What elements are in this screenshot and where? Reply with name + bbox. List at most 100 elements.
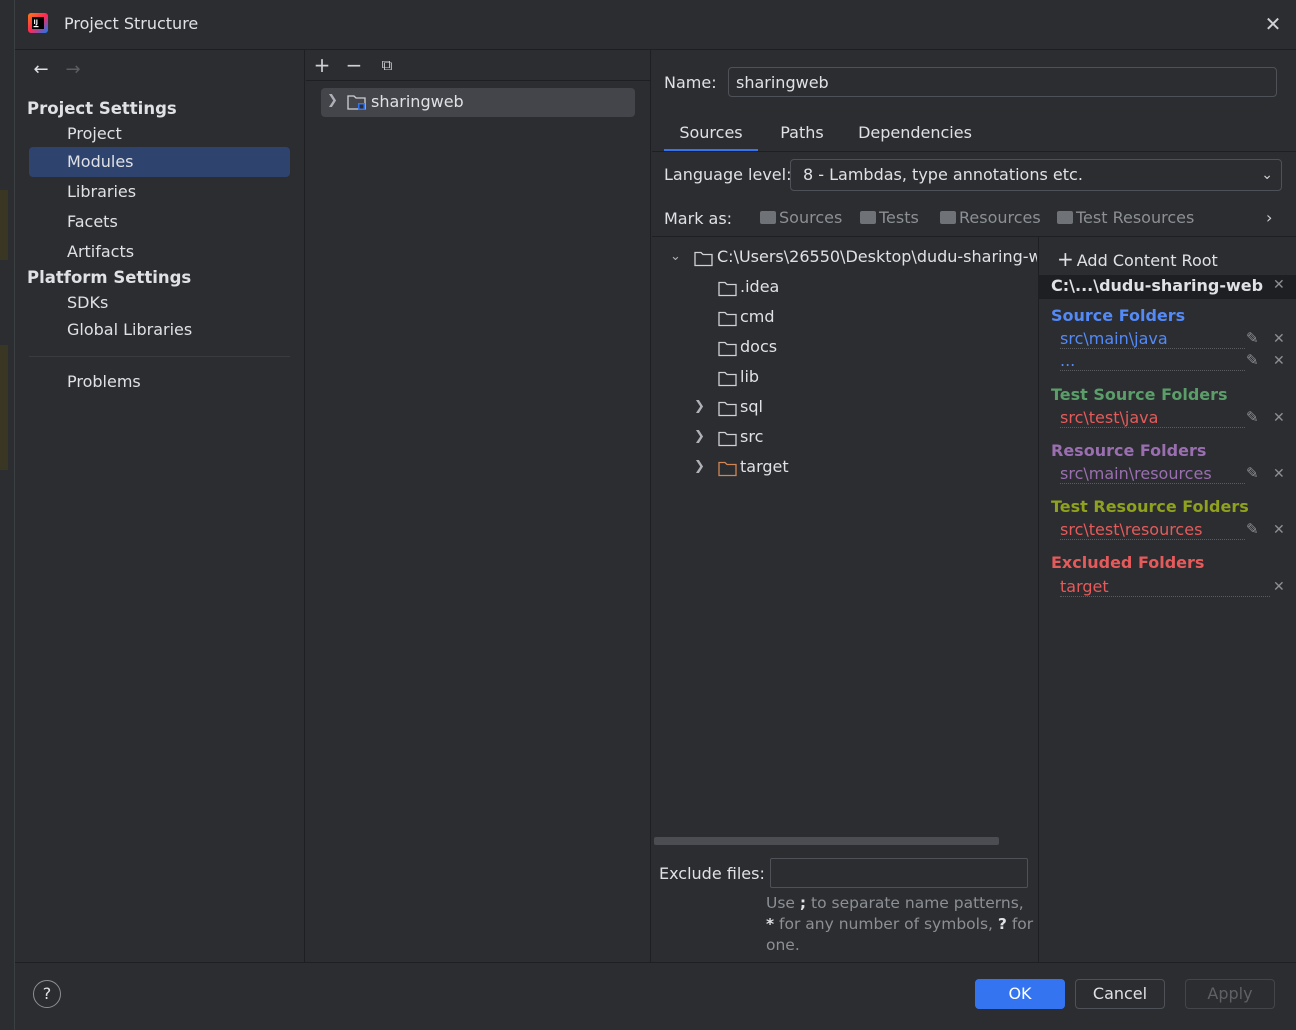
excluded-folders-title: Excluded Folders xyxy=(1051,553,1205,572)
folder-icon xyxy=(760,211,776,224)
dialog-title: Project Structure xyxy=(64,14,199,33)
folder-icon xyxy=(860,211,876,224)
add-icon[interactable]: + xyxy=(311,54,333,76)
nav-item-artifacts[interactable]: Artifacts xyxy=(29,237,290,267)
language-level-label: Language level: xyxy=(664,165,792,184)
chevron-right-icon[interactable]: ❯ xyxy=(694,399,705,414)
mark-resources-button[interactable]: Resources xyxy=(940,208,1041,227)
language-level-select[interactable]: 8 - Lambdas, type annotations etc. ⌄ xyxy=(790,159,1282,191)
test-resource-folders-title: Test Resource Folders xyxy=(1051,497,1249,516)
chevron-right-icon[interactable]: ❯ xyxy=(694,459,705,474)
excluded-folder-entry: target xyxy=(1060,577,1270,597)
content-root-header: C:\...\dudu-sharing-web ✕ xyxy=(1039,275,1296,299)
nav-item-modules[interactable]: Modules xyxy=(29,147,290,177)
source-folder-entry: ... xyxy=(1060,351,1245,371)
edit-pencil-icon[interactable]: ✎ xyxy=(1246,520,1259,538)
dialog-button-bar: ? OK Cancel Apply xyxy=(15,962,1296,1030)
section-platform-settings: Platform Settings xyxy=(27,268,192,287)
module-name: sharingweb xyxy=(371,92,464,111)
remove-folder-icon[interactable]: ✕ xyxy=(1273,353,1285,369)
help-icon[interactable]: ? xyxy=(33,980,61,1008)
mark-tests-button[interactable]: Tests xyxy=(860,208,919,227)
folder-icon xyxy=(718,431,737,447)
module-details: Name: Sources Paths Dependencies Languag… xyxy=(652,50,1296,962)
remove-folder-icon[interactable]: ✕ xyxy=(1273,522,1285,538)
forward-arrow-icon[interactable]: → xyxy=(61,58,85,82)
tree-item-label: target xyxy=(740,457,789,476)
svg-text:IJ: IJ xyxy=(34,19,38,26)
add-content-root-button[interactable]: + Add Content Root xyxy=(1057,247,1218,271)
tree-item-label: docs xyxy=(740,337,778,356)
nav-item-problems[interactable]: Problems xyxy=(29,367,290,397)
section-project-settings: Project Settings xyxy=(27,99,177,118)
tab-paths[interactable]: Paths xyxy=(774,120,830,152)
nav-item-sdks[interactable]: SDKs xyxy=(29,288,290,318)
mark-as-label: Mark as: xyxy=(664,209,733,228)
remove-folder-icon[interactable]: ✕ xyxy=(1273,466,1285,482)
test-resource-folder-entry: src\test\resources xyxy=(1060,520,1245,540)
folder-icon xyxy=(718,401,737,417)
nav-item-global-libraries[interactable]: Global Libraries xyxy=(29,315,290,345)
exclude-files-help: Use ; to separate name patterns, * for a… xyxy=(766,894,1034,954)
folder-icon xyxy=(718,341,737,357)
nav-item-facets[interactable]: Facets xyxy=(29,207,290,237)
edit-pencil-icon[interactable]: ✎ xyxy=(1246,464,1259,482)
test-source-folders-title: Test Source Folders xyxy=(1051,385,1228,404)
background-editor-gutter xyxy=(0,190,8,260)
module-folder-icon xyxy=(347,95,366,110)
tab-sources[interactable]: Sources xyxy=(664,120,758,152)
folder-icon xyxy=(1057,211,1073,224)
exclude-files-input[interactable] xyxy=(770,858,1028,888)
module-item-sharingweb[interactable]: ❯ sharingweb xyxy=(321,88,635,117)
source-folder-entry: src\main\java xyxy=(1060,329,1245,349)
chevron-right-icon[interactable]: › xyxy=(1266,208,1272,227)
chevron-down-icon: ⌄ xyxy=(1261,167,1273,183)
nav-item-libraries[interactable]: Libraries xyxy=(29,177,290,207)
tree-item-label: sql xyxy=(740,397,763,416)
content-root-tree: ⌄ C:\Users\26550\Desktop\dudu-sharing-w … xyxy=(652,237,1037,847)
resource-folders-title: Resource Folders xyxy=(1051,441,1207,460)
language-level-value: 8 - Lambdas, type annotations etc. xyxy=(803,165,1083,184)
background-ide-strip xyxy=(0,0,14,1030)
test-source-folder-entry: src\test\java xyxy=(1060,408,1245,428)
nav-item-project[interactable]: Project xyxy=(29,119,290,149)
back-arrow-icon[interactable]: ← xyxy=(29,58,53,82)
edit-pencil-icon[interactable]: ✎ xyxy=(1246,329,1259,347)
module-toolbar: + − ⧉ xyxy=(306,50,651,81)
ok-button[interactable]: OK xyxy=(975,979,1065,1009)
chevron-down-icon[interactable]: ⌄ xyxy=(670,249,681,264)
edit-pencil-icon[interactable]: ✎ xyxy=(1246,408,1259,426)
apply-button[interactable]: Apply xyxy=(1185,979,1275,1009)
folder-icon xyxy=(718,281,737,297)
tree-item-label: .idea xyxy=(740,277,780,296)
remove-folder-icon[interactable]: ✕ xyxy=(1273,579,1285,595)
content-roots-panel: + Add Content Root C:\...\dudu-sharing-we… xyxy=(1038,237,1296,962)
close-icon[interactable]: ✕ xyxy=(1263,14,1283,34)
tree-root[interactable]: ⌄ C:\Users\26550\Desktop\dudu-sharing-w xyxy=(670,247,1037,271)
mark-test-resources-button[interactable]: Test Resources xyxy=(1057,208,1194,227)
mark-sources-button[interactable]: Sources xyxy=(760,208,842,227)
remove-root-icon[interactable]: ✕ xyxy=(1273,277,1285,293)
edit-pencil-icon[interactable]: ✎ xyxy=(1246,351,1259,369)
cancel-button[interactable]: Cancel xyxy=(1075,979,1165,1009)
remove-icon[interactable]: − xyxy=(343,54,365,76)
nav-divider xyxy=(29,356,290,357)
chevron-right-icon[interactable]: ❯ xyxy=(327,93,338,108)
content-root-path: C:\...\dudu-sharing-web xyxy=(1051,276,1264,295)
module-name-input[interactable] xyxy=(728,67,1277,97)
resource-folder-entry: src\main\resources xyxy=(1060,464,1245,484)
remove-folder-icon[interactable]: ✕ xyxy=(1273,331,1285,347)
tab-dependencies[interactable]: Dependencies xyxy=(850,120,980,152)
remove-folder-icon[interactable]: ✕ xyxy=(1273,410,1285,426)
folder-icon xyxy=(718,371,737,387)
tree-item-label: src xyxy=(740,427,764,446)
tree-root-path: C:\Users\26550\Desktop\dudu-sharing-w xyxy=(717,247,1037,266)
add-icon: + xyxy=(1057,247,1074,271)
name-label: Name: xyxy=(664,73,717,92)
tab-separator xyxy=(652,151,1296,152)
horizontal-scrollbar[interactable] xyxy=(654,837,999,845)
intellij-logo-icon: IJ xyxy=(28,13,48,33)
title-bar: IJ Project Structure ✕ xyxy=(15,0,1296,50)
copy-icon[interactable]: ⧉ xyxy=(376,54,398,76)
chevron-right-icon[interactable]: ❯ xyxy=(694,429,705,444)
